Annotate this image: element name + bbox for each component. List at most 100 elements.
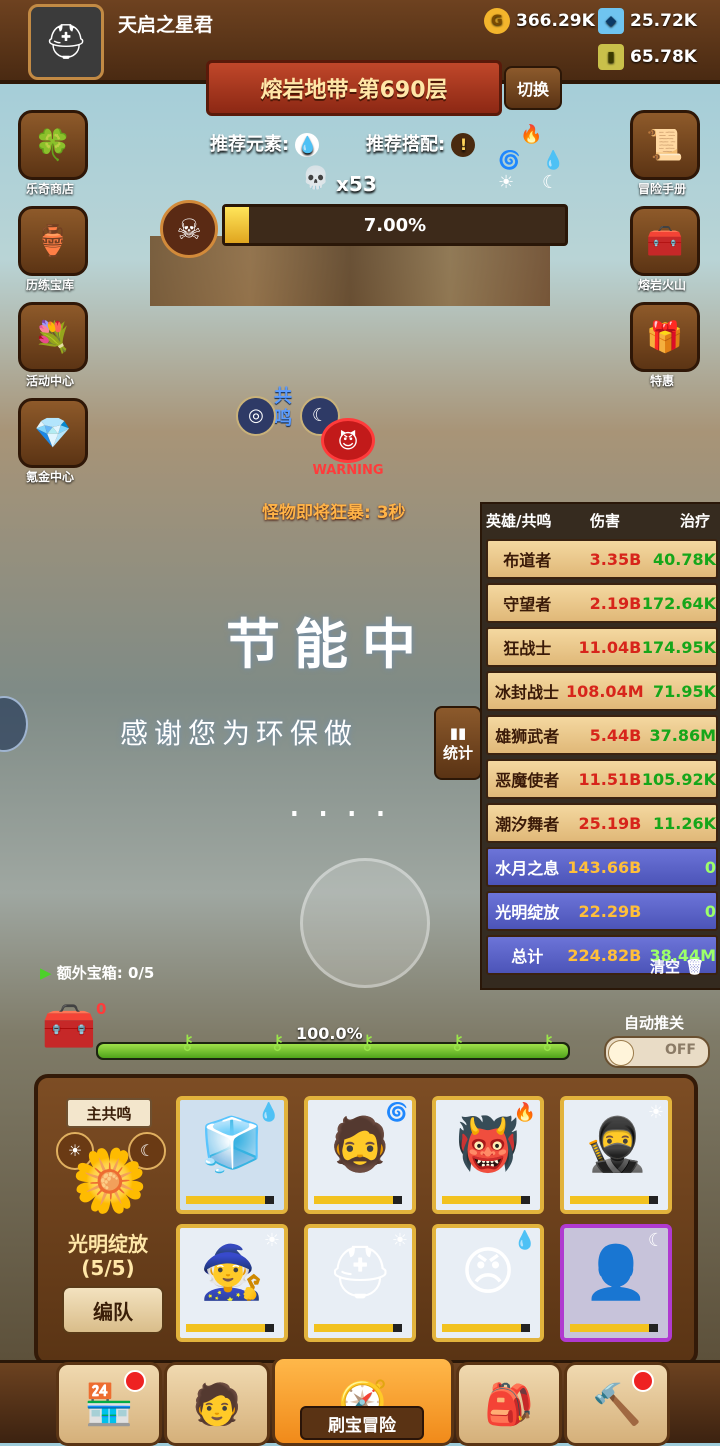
stats-row-damage: 25.19B (578, 813, 642, 833)
resonance-count: (5/5) (81, 1256, 135, 1280)
stats-row: 守望者 2.19B 172.64K (486, 583, 718, 623)
shop-nav-button[interactable]: 🏪 (56, 1362, 162, 1446)
stats-row: 冰封战士 108.04M 71.95K (486, 671, 718, 711)
key-icon: ⚷ (540, 1030, 555, 1054)
menu-label: 熔岩火山 (637, 278, 686, 292)
clear-button[interactable]: 清空 🗑 (650, 956, 704, 977)
menu-adventure-handbook[interactable]: 📜 冒险手册 (630, 110, 702, 197)
recommend-combo[interactable]: 推荐搭配: ! (366, 130, 476, 157)
menu-training-vault[interactable]: 🏺 历练宝库 (18, 206, 90, 293)
toggle-state: OFF (664, 1042, 696, 1058)
menu-lava-volcano[interactable]: 🧰 熔岩火山 (630, 206, 702, 293)
menu-label: 历练宝库 (25, 278, 74, 292)
red-demon-icon: 👹 (455, 1115, 521, 1175)
player-avatar[interactable]: ⛑ (28, 4, 104, 80)
auto-push-label: 自动推关 (624, 1014, 685, 1032)
stats-row: 雄狮武者 5.44B 37.86M (486, 715, 718, 755)
stats-row-heal: 0 (704, 857, 716, 877)
recommend-combo-label: 推荐搭配: (366, 134, 446, 155)
hero-card[interactable]: 🔥 👹 (432, 1096, 544, 1214)
stats-row-heal: 71.95K (652, 681, 716, 701)
side-orb[interactable] (0, 696, 28, 752)
adventure-nav-label: 刷宝冒险 (300, 1406, 424, 1440)
hero-card[interactable]: 💧 🧊 (176, 1096, 288, 1214)
stats-row-name: 雄狮武者 (495, 727, 560, 746)
treasure-chest-icon[interactable]: 🧰 (34, 1000, 104, 1060)
damage-stats-panel: 英雄/共鸣 伤害 治疗 布道者 3.35B 40.78K 守望者 2.19B 172.64… (480, 502, 720, 990)
extra-chest-row: ▶ 额外宝箱: 0/5 (40, 962, 154, 983)
bar-chart-icon: ▮▮ (449, 723, 467, 742)
diamond-icon: ◆ (598, 8, 624, 34)
stats-row: 水月之息 143.66B 0 (486, 847, 718, 887)
demon-icon: 😈 (321, 418, 375, 463)
stats-header-damage: 伤害 (589, 512, 620, 530)
stats-row-name: 光明绽放 (495, 903, 560, 922)
key-icon: ⚷ (180, 1030, 195, 1054)
stats-row-name: 布道者 (503, 551, 552, 570)
wave-progress-fill (98, 1044, 568, 1058)
menu-special-offer[interactable]: 🎁 特惠 (630, 302, 702, 389)
stats-rows: 布道者 3.35B 40.78K 守望者 2.19B 172.64K 狂战士 11.04B 17… (482, 539, 720, 975)
element-cycle-icon[interactable]: 🔥 🌀 💧 ☀ ☾ (498, 124, 568, 196)
flower-icon[interactable]: 🌼 (70, 1144, 150, 1224)
stats-row-name: 狂战士 (503, 639, 552, 658)
stats-header-name: 英雄/共鸣 (486, 512, 552, 530)
treasure-chest-icon: 🧰 (630, 206, 700, 276)
stats-row-name: 潮汐舞者 (495, 815, 560, 834)
extra-chest-label: 额外宝箱: 0/5 (56, 964, 155, 982)
backpack-icon: 🎒 (484, 1381, 534, 1428)
diamond-value: 25.72K (630, 11, 697, 31)
recommend-element-label: 推荐元素: (210, 134, 290, 155)
power-save-subtitle: 感谢您为环保做 (120, 717, 359, 750)
stats-row-heal: 105.92K (641, 769, 716, 789)
menu-event-center[interactable]: 💐 活动中心 (18, 302, 90, 389)
hero-card[interactable]: 🌀 🧔 (304, 1096, 416, 1214)
bag-nav-button[interactable]: 🎒 (456, 1362, 562, 1446)
water-icon: 💧 (295, 133, 320, 157)
stats-row-damage: 22.29B (578, 901, 642, 921)
stats-row-name: 守望者 (503, 595, 552, 614)
menu-krypton-center[interactable]: 💎 氪金中心 (18, 398, 90, 485)
formation-button[interactable]: 编队 (62, 1286, 164, 1334)
gold-coin-icon: G (484, 8, 510, 34)
play-icon: ▶ (40, 964, 52, 982)
stats-row: 潮汐舞者 25.19B 11.26K (486, 803, 718, 843)
power-save-title: 节能中 (226, 613, 430, 676)
stats-row-damage: 11.04B (578, 637, 642, 657)
bouquet-icon: 💐 (18, 302, 88, 372)
stats-row-damage: 143.66B (567, 857, 642, 877)
hero-nav-button[interactable]: 🧑 (164, 1362, 270, 1446)
auto-push-toggle[interactable]: OFF (604, 1036, 710, 1068)
spartan-icon: ⛑ (326, 1243, 393, 1303)
vault-icon: 🏺 (18, 206, 88, 276)
resonance-marker: 共鸣 (274, 386, 292, 429)
stats-row-heal: 11.26K (652, 813, 716, 833)
stats-row-name: 总计 (511, 947, 544, 966)
hero-card[interactable]: ☀ 🧙 (176, 1224, 288, 1342)
hero-card[interactable]: ☀ 🥷 (560, 1096, 672, 1214)
stats-header-heal: 治疗 (679, 512, 710, 530)
diamond-icon: 💎 (18, 398, 88, 468)
stats-row-heal: 174.95K (641, 637, 716, 657)
forge-nav-button[interactable]: 🔨 (564, 1362, 670, 1446)
stats-row-damage: 108.04M (565, 681, 644, 701)
menu-leqi-shop[interactable]: 🍀 乐奇商店 (18, 110, 90, 197)
skull-icon: 💀 (302, 166, 330, 191)
switch-button[interactable]: 切换 (504, 66, 562, 110)
notification-dot (124, 1370, 146, 1392)
joystick[interactable] (300, 858, 430, 988)
hero-card[interactable]: ☾ 👤 (560, 1224, 672, 1342)
chest-count: 0 (96, 1000, 107, 1018)
hero-card[interactable]: ☀ ⛑ (304, 1224, 416, 1342)
wave-percent: 100.0% (296, 1024, 363, 1043)
menu-label: 活动中心 (25, 374, 74, 388)
boss-progress-text: 7.00% (363, 214, 427, 236)
stats-button[interactable]: ▮▮ 统计 (434, 706, 482, 780)
rage-countdown: 怪物即将狂暴: 3秒 (262, 503, 406, 523)
scroll-icon: 📜 (630, 110, 700, 180)
hero-card[interactable]: 💧 😠 (432, 1224, 544, 1342)
ice-warrior-icon: 🧊 (199, 1115, 265, 1175)
stats-row-damage: 224.82B (567, 945, 642, 965)
alert-icon: ! (451, 133, 476, 157)
stats-row-heal: 37.86M (649, 725, 716, 745)
